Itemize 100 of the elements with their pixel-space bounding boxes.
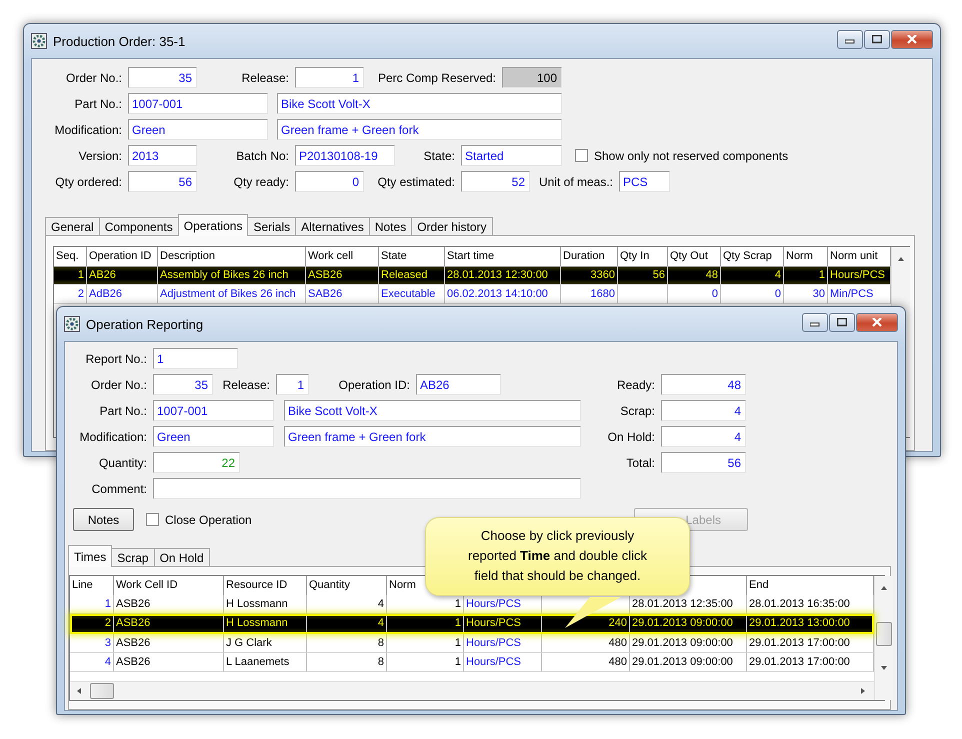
column-header[interactable]: Seq. — [54, 247, 87, 267]
tab[interactable]: Times — [68, 545, 112, 567]
input-field[interactable]: 35 — [128, 67, 197, 88]
scroll-thumb[interactable] — [876, 622, 892, 646]
column-header[interactable]: Line — [70, 576, 114, 596]
minimize-button[interactable] — [802, 313, 828, 332]
vertical-scrollbar[interactable] — [874, 576, 893, 700]
table-cell: 8 — [307, 653, 387, 672]
field-label: Qty ready: — [232, 174, 290, 188]
window-title: Operation Reporting — [86, 316, 204, 332]
tab[interactable]: General — [45, 217, 100, 236]
maximize-button[interactable] — [864, 30, 890, 49]
column-header[interactable]: Qty In — [618, 247, 668, 267]
input-field[interactable]: 56 — [128, 171, 197, 192]
column-header[interactable]: Qty Out — [668, 247, 721, 267]
input-field[interactable]: 0 — [295, 171, 364, 192]
input-field[interactable]: 1 — [276, 374, 309, 395]
input-field[interactable]: 1007-001 — [128, 93, 268, 114]
column-header[interactable]: Norm unit — [828, 247, 891, 267]
table-cell: AdB26 — [87, 285, 158, 304]
tab[interactable]: On Hold — [154, 548, 210, 567]
input-field[interactable]: Bike Scott Volt-X — [277, 93, 562, 114]
field-label: Qty estimated: — [376, 174, 456, 188]
notes-button[interactable]: Notes — [73, 508, 134, 531]
scroll-left-icon[interactable] — [76, 687, 84, 695]
table-cell: SAB26 — [306, 285, 379, 304]
input-field[interactable]: 1 — [153, 348, 238, 369]
input-field[interactable]: Green — [128, 119, 268, 140]
column-header[interactable]: State — [379, 247, 445, 267]
maximize-icon — [872, 35, 882, 44]
input-field[interactable]: 35 — [153, 374, 213, 395]
input-field[interactable]: 2013 — [128, 145, 197, 166]
column-header[interactable]: Resource ID — [224, 576, 307, 596]
checkbox[interactable] — [146, 513, 159, 526]
table-row[interactable]: 2 ASB26 H Lossmann 4 1 Hours/PCS 240 29.01.2013 09:00:00 29.01.2013 13:00:00 — [70, 614, 874, 634]
input-field[interactable]: Green — [153, 426, 274, 447]
table-cell: 29.01.2013 09:00:00 — [630, 653, 747, 672]
input-field[interactable]: 48 — [661, 374, 746, 395]
table-row[interactable]: 4 ASB26 L Laanemets 8 1 Hours/PCS 480 29.01.2013 09:00:00 29.01.2013 17:00:00 — [70, 653, 874, 672]
input-field[interactable]: 52 — [461, 171, 530, 192]
column-header[interactable]: Work Cell ID — [114, 576, 224, 596]
column-header[interactable]: Work cell — [306, 247, 379, 267]
input-field[interactable]: P20130108-19 — [295, 145, 395, 166]
scroll-thumb[interactable] — [90, 683, 114, 699]
input-field[interactable]: 1 — [295, 67, 364, 88]
column-header[interactable]: Duration — [561, 247, 618, 267]
field-label: Release: — [222, 378, 271, 392]
column-header[interactable]: Operation ID — [87, 247, 158, 267]
field-label: Release: — [240, 70, 290, 84]
column-header[interactable]: Qty Scrap — [721, 247, 784, 267]
column-header[interactable]: End — [747, 576, 874, 596]
column-header[interactable]: Description — [158, 247, 306, 267]
table-row[interactable]: 1 AB26 Assembly of Bikes 26 inch ASB26 Released 28.01.2013 12:30:00 3360 56 48 4 1 Hours/PCS — [54, 266, 891, 285]
table-cell: 06.02.2013 14:10:00 — [445, 285, 561, 304]
input-field[interactable]: Started — [461, 145, 562, 166]
input-field[interactable]: 4 — [661, 426, 746, 447]
field-label: Operation ID: — [338, 378, 411, 392]
input-field[interactable] — [153, 478, 581, 499]
field-label: Scrap: — [619, 404, 656, 418]
field-label: Total: — [625, 456, 656, 470]
field-label: Modification: — [54, 122, 123, 136]
tab[interactable]: Order history — [411, 217, 493, 236]
input-field[interactable]: 1007-001 — [153, 400, 274, 421]
tab[interactable]: Scrap — [111, 548, 155, 567]
close-button[interactable] — [891, 30, 933, 49]
input-field[interactable]: AB26 — [416, 374, 501, 395]
scroll-up-icon[interactable] — [897, 256, 905, 264]
input-field[interactable]: 100 — [502, 67, 562, 88]
table-cell: 1680 — [561, 285, 618, 304]
input-field[interactable]: 4 — [661, 400, 746, 421]
input-field[interactable]: Green frame + Green fork — [277, 119, 562, 140]
gear-icon — [64, 316, 80, 332]
field-label: Comment: — [90, 482, 148, 496]
table-row[interactable]: 3 ASB26 J G Clark 8 1 Hours/PCS 480 29.01.2013 09:00:00 29.01.2013 17:00:00 — [70, 634, 874, 653]
minimize-button[interactable] — [837, 30, 863, 49]
column-header[interactable]: Start time — [445, 247, 561, 267]
table-cell: Executable — [379, 285, 445, 304]
input-field[interactable]: Green frame + Green fork — [284, 426, 581, 447]
field-label: Order No.: — [64, 70, 123, 84]
input-field[interactable]: 22 — [153, 452, 240, 473]
table-cell: 480 — [542, 653, 630, 672]
tab[interactable]: Operations — [178, 214, 248, 236]
table-row[interactable]: 2 AdB26 Adjustment of Bikes 26 inch SAB26 Executable 06.02.2013 14:10:00 1680 0 0 30 Min/PCS — [54, 285, 891, 304]
table-cell: 0 — [721, 285, 784, 304]
input-field[interactable]: 56 — [661, 452, 746, 473]
scroll-up-icon[interactable] — [880, 585, 888, 593]
input-field[interactable]: PCS — [619, 171, 670, 192]
checkbox[interactable] — [575, 149, 588, 162]
column-header[interactable]: Norm — [784, 247, 828, 267]
horizontal-scrollbar[interactable] — [70, 681, 874, 700]
field-label: Quantity: — [98, 456, 148, 470]
table-row[interactable]: 1 ASB26 H Lossmann 4 1 Hours/PCS 28.01.2013 12:35:00 28.01.2013 16:35:00 — [70, 595, 874, 614]
tab[interactable]: Components — [98, 217, 179, 236]
maximize-button[interactable] — [829, 313, 855, 332]
table-cell: 1 — [387, 653, 464, 672]
field-label: Unit of meas.: — [538, 174, 614, 188]
column-header[interactable]: Quantity — [307, 576, 387, 596]
field-label: Perc Comp Reserved: — [376, 70, 497, 84]
close-button[interactable] — [856, 313, 898, 332]
input-field[interactable]: Bike Scott Volt-X — [284, 400, 581, 421]
